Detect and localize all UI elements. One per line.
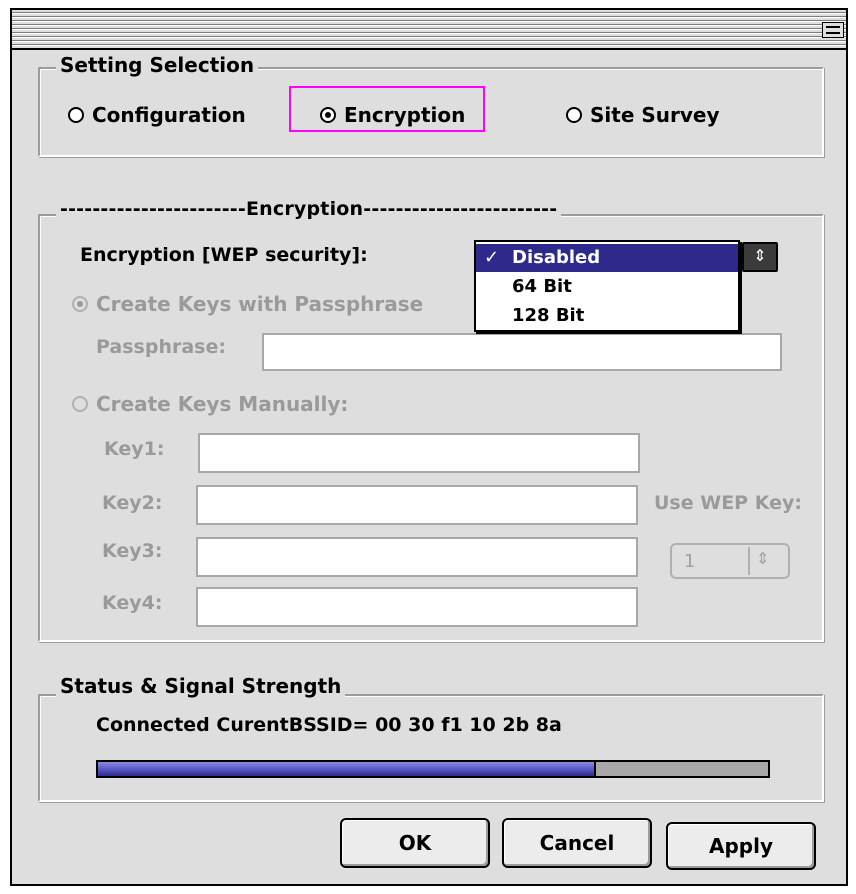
dropdown-item-label: Disabled xyxy=(512,247,601,268)
dropdown-item-disabled[interactable]: ✓ Disabled xyxy=(476,244,738,272)
key2-label: Key2: xyxy=(102,492,163,514)
radio-icon xyxy=(566,107,582,123)
key4-label: Key4: xyxy=(102,592,163,614)
title-bar[interactable] xyxy=(12,10,846,50)
key3-field[interactable] xyxy=(196,537,638,577)
passphrase-label: Passphrase: xyxy=(96,336,226,358)
signal-strength-fill xyxy=(98,762,596,776)
passphrase-radio-label: Create Keys with Passphrase xyxy=(96,292,424,316)
apply-button[interactable]: Apply xyxy=(666,822,816,870)
check-icon: ✓ xyxy=(484,247,500,268)
wep-security-dropdown-menu[interactable]: ✓ Disabled 64 Bit 128 Bit xyxy=(474,240,740,332)
key4-field[interactable] xyxy=(196,587,638,627)
key1-label: Key1: xyxy=(104,438,165,460)
radio-create-keys-manually[interactable]: Create Keys Manually: xyxy=(72,392,348,416)
status-group-title: Status & Signal Strength xyxy=(56,674,346,698)
encryption-group-title: -----------------------Encryption-------… xyxy=(56,198,562,220)
dropdown-item-64bit[interactable]: 64 Bit xyxy=(476,273,738,301)
radio-site-survey-label: Site Survey xyxy=(590,103,720,127)
encryption-highlight xyxy=(289,86,485,132)
use-wep-key-label: Use WEP Key: xyxy=(654,492,802,514)
dropdown-item-label: 64 Bit xyxy=(512,276,572,297)
zoom-box-icon[interactable] xyxy=(822,22,844,38)
dropdown-item-128bit[interactable]: 128 Bit xyxy=(476,302,738,330)
radio-icon xyxy=(68,107,84,123)
radio-site-survey[interactable]: Site Survey xyxy=(566,103,720,127)
dropdown-item-label: 128 Bit xyxy=(512,305,585,326)
passphrase-field[interactable] xyxy=(262,333,782,371)
cancel-button[interactable]: Cancel xyxy=(502,818,652,868)
key3-label: Key3: xyxy=(102,540,163,562)
key2-field[interactable] xyxy=(196,485,638,525)
radio-selected-icon xyxy=(72,296,88,312)
radio-configuration-label: Configuration xyxy=(92,103,246,127)
up-down-arrows-icon[interactable]: ⇕ xyxy=(756,549,769,568)
up-down-arrows-icon[interactable]: ⇕ xyxy=(742,242,778,272)
radio-icon xyxy=(72,396,88,412)
radio-create-keys-passphrase[interactable]: Create Keys with Passphrase xyxy=(72,292,423,316)
radio-configuration[interactable]: Configuration xyxy=(68,103,246,127)
ok-button[interactable]: OK xyxy=(340,818,490,868)
signal-strength-bar xyxy=(96,760,770,778)
wep-key-value: 1 xyxy=(684,551,696,572)
status-text: Connected CurentBSSID= 00 30 f1 10 2b 8a xyxy=(96,714,562,736)
setting-selection-title: Setting Selection xyxy=(56,53,259,77)
status-group xyxy=(38,694,824,802)
stepper-divider xyxy=(748,547,750,575)
wep-security-label: Encryption [WEP security]: xyxy=(80,244,368,266)
wep-key-stepper[interactable]: 1 ⇕ xyxy=(670,543,790,579)
key1-field[interactable] xyxy=(198,433,640,473)
manual-radio-label: Create Keys Manually: xyxy=(96,392,349,416)
